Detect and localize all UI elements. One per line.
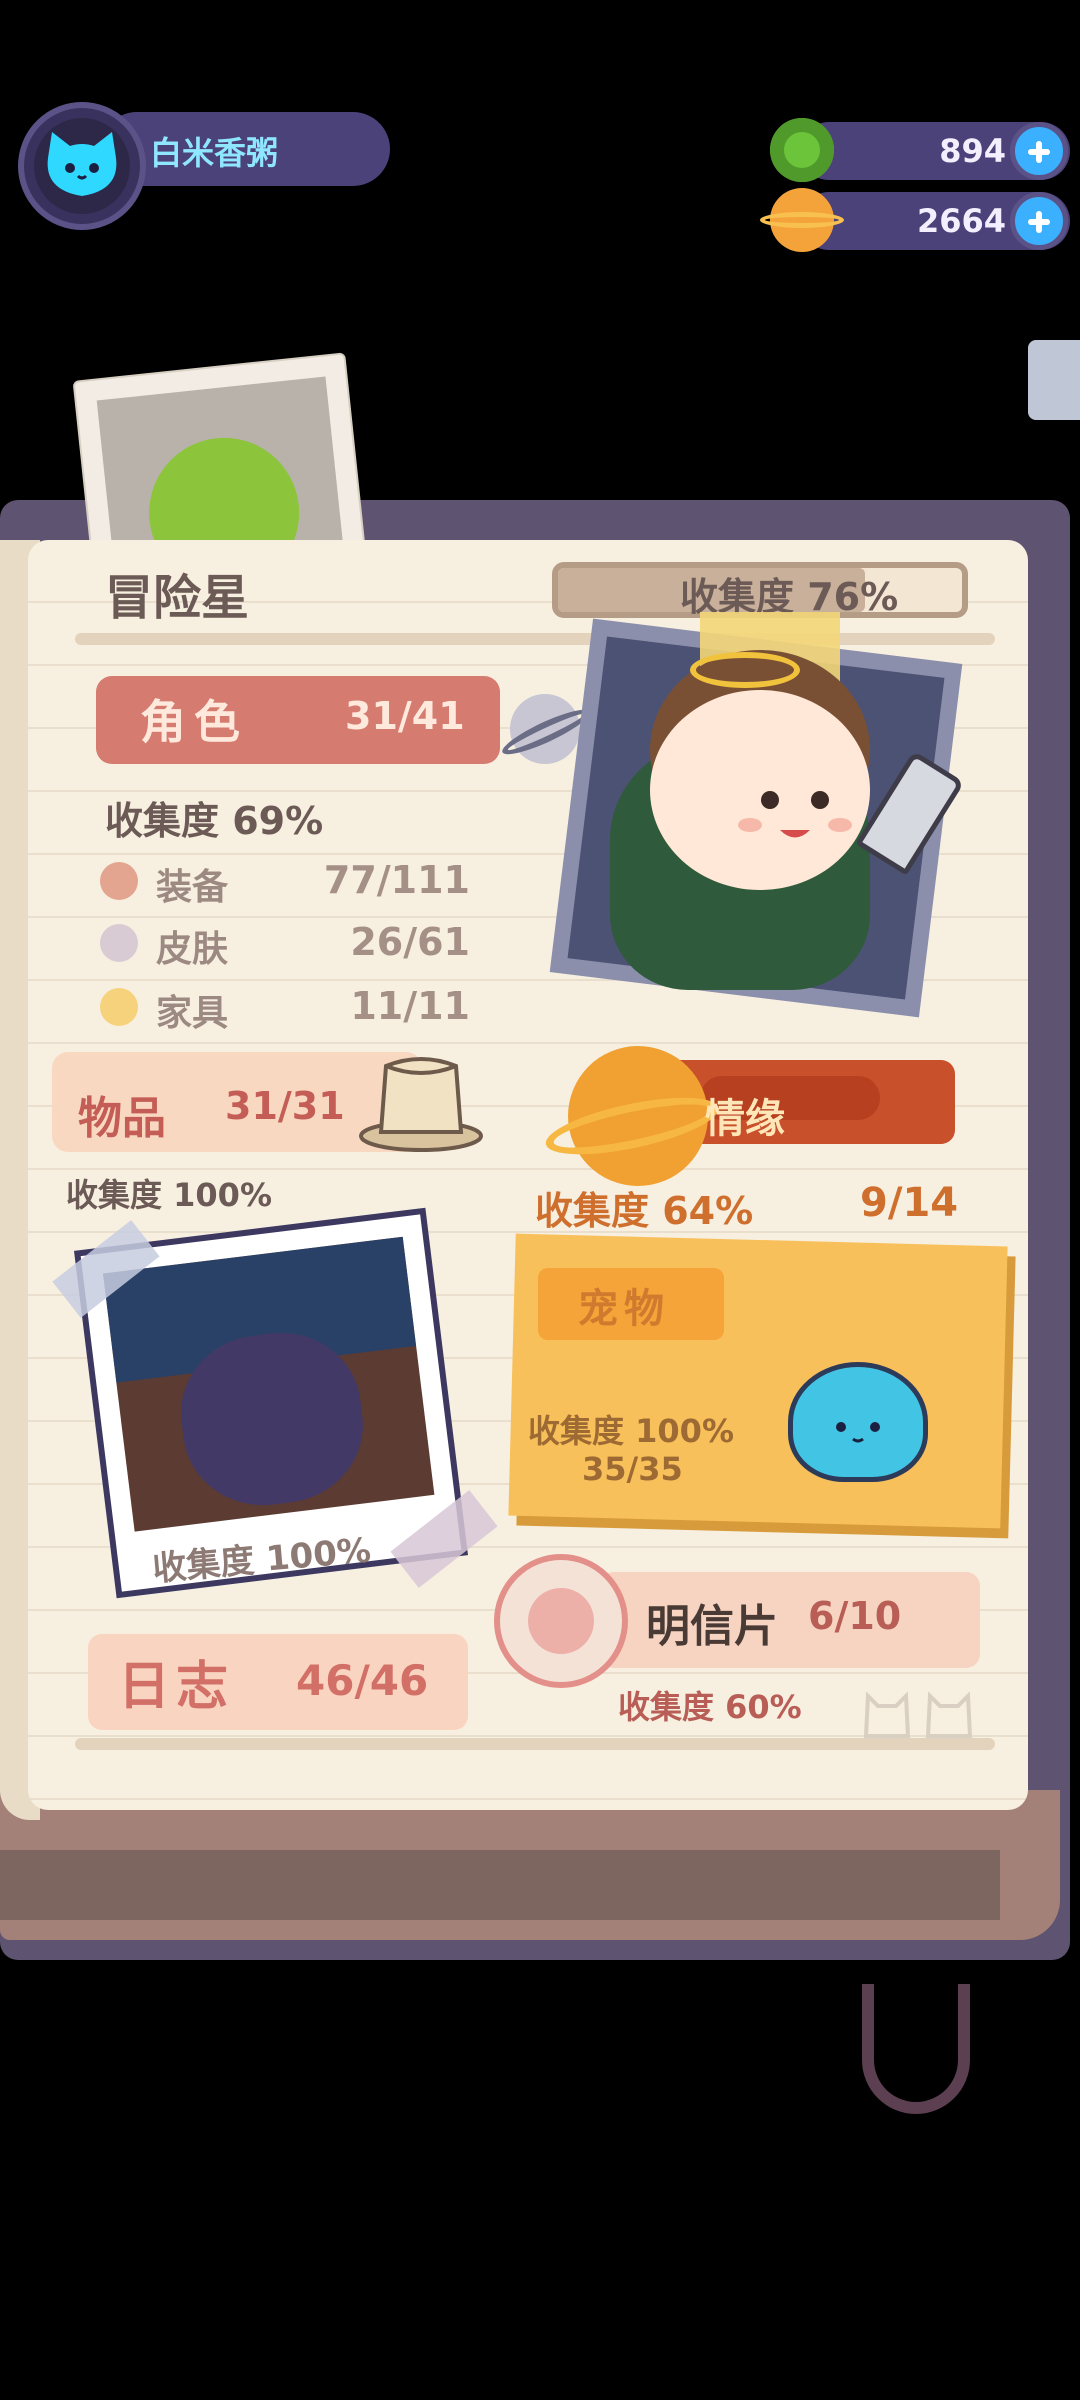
player-name: 白米香粥	[150, 134, 279, 172]
bookmark-ribbon	[862, 1984, 970, 2114]
journal-label: 日志	[118, 1657, 235, 1717]
donut-currency-value: 894	[939, 132, 1006, 170]
cat-stamp-icon	[528, 1588, 594, 1654]
furniture-dot-icon	[100, 988, 138, 1026]
journal-count: 46/46	[296, 1656, 429, 1705]
add-donut-button[interactable]	[1010, 122, 1068, 180]
relationship-label: 情缘	[705, 1096, 785, 1142]
halo-icon	[690, 652, 800, 688]
slime-pet-icon	[788, 1362, 928, 1482]
planet-currency-value: 2664	[916, 202, 1006, 240]
page-title: 冒险星	[105, 570, 250, 626]
divider	[75, 633, 995, 645]
furniture-count: 11/11	[350, 984, 470, 1028]
pets-count: 35/35	[582, 1450, 683, 1488]
skin-count: 26/61	[350, 920, 470, 964]
roles-label: 角色	[140, 695, 248, 749]
pets-label: 宠物	[578, 1286, 670, 1332]
equipment-count: 77/111	[323, 858, 470, 902]
planet-coin-ring	[760, 212, 844, 228]
book-spine-shadow	[0, 1850, 1000, 1920]
items-label: 物品	[78, 1093, 166, 1144]
items-count: 31/31	[225, 1084, 345, 1128]
donut-currency-icon	[770, 118, 834, 182]
skin-dot-icon	[100, 924, 138, 962]
equipment-dot-icon	[100, 862, 138, 900]
roles-collection: 收集度 69%	[105, 799, 324, 843]
equipment-label[interactable]: 装备	[156, 858, 228, 910]
items-collection: 收集度 100%	[66, 1176, 273, 1214]
postcards-label: 明信片	[646, 1601, 778, 1652]
side-clip-icon[interactable]	[1028, 340, 1080, 420]
hat-icon	[356, 1044, 486, 1154]
character-head	[650, 690, 870, 890]
relationship-collection: 收集度 64%	[535, 1189, 754, 1233]
pets-collection: 收集度 100%	[528, 1412, 735, 1450]
skin-label[interactable]: 皮肤	[156, 920, 228, 972]
add-planet-coin-button[interactable]	[1010, 192, 1068, 250]
postcards-collection: 收集度 60%	[618, 1688, 802, 1726]
roles-count: 31/41	[345, 694, 465, 738]
postcards-count: 6/10	[808, 1594, 902, 1638]
relationship-count: 9/14	[860, 1180, 959, 1226]
furniture-label[interactable]: 家具	[156, 984, 228, 1036]
cat-avatar-icon	[47, 132, 117, 196]
avatar[interactable]	[34, 118, 130, 214]
cats-doodle-icon	[856, 1676, 996, 1756]
